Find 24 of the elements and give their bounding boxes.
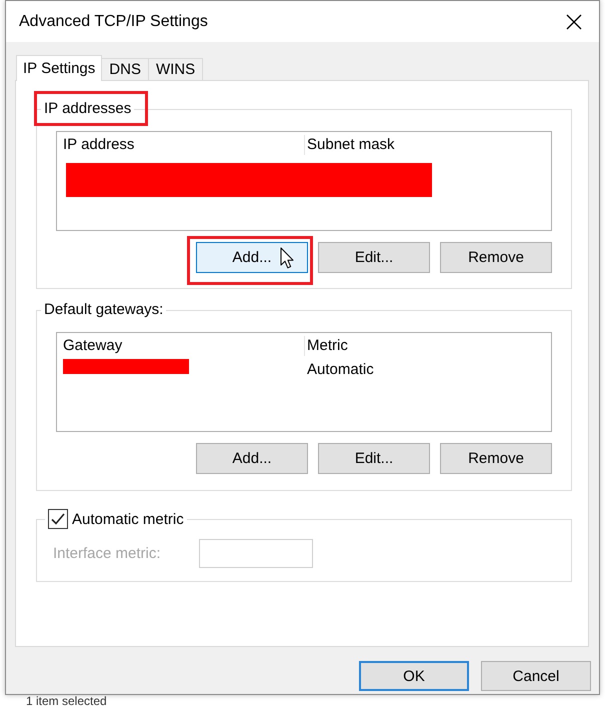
table-cell-text: Automatic [307,360,374,380]
cancel-button[interactable]: Cancel [481,661,591,691]
add-button[interactable]: Add... [196,443,308,474]
tab[interactable]: IP Settings [16,55,102,81]
window-title: Advanced TCP/IP Settings [19,12,209,30]
checkbox[interactable] [48,509,68,529]
tab[interactable]: WINS [148,58,204,80]
column-header: IP address [62,135,136,155]
checkbox-label[interactable]: Automatic metric [72,510,184,528]
column-header: Metric [304,336,551,356]
group-label: IP addresses [44,100,132,118]
remove-button[interactable]: Remove [440,443,552,474]
edit-button[interactable]: Edit... [318,242,430,273]
column-header: Gateway [62,336,124,356]
close-icon [566,14,582,30]
edit-button[interactable]: Edit... [318,443,430,474]
cursor-icon [280,247,294,269]
add-button[interactable]: Add... [196,242,308,273]
ok-button[interactable]: OK [359,661,469,691]
field-label: Interface metric: [53,545,162,562]
status-text: 1 item selected [26,695,107,707]
group-label: Default gateways: [44,301,164,319]
remove-button[interactable]: Remove [440,242,552,273]
column-header: Subnet mask [304,135,551,155]
